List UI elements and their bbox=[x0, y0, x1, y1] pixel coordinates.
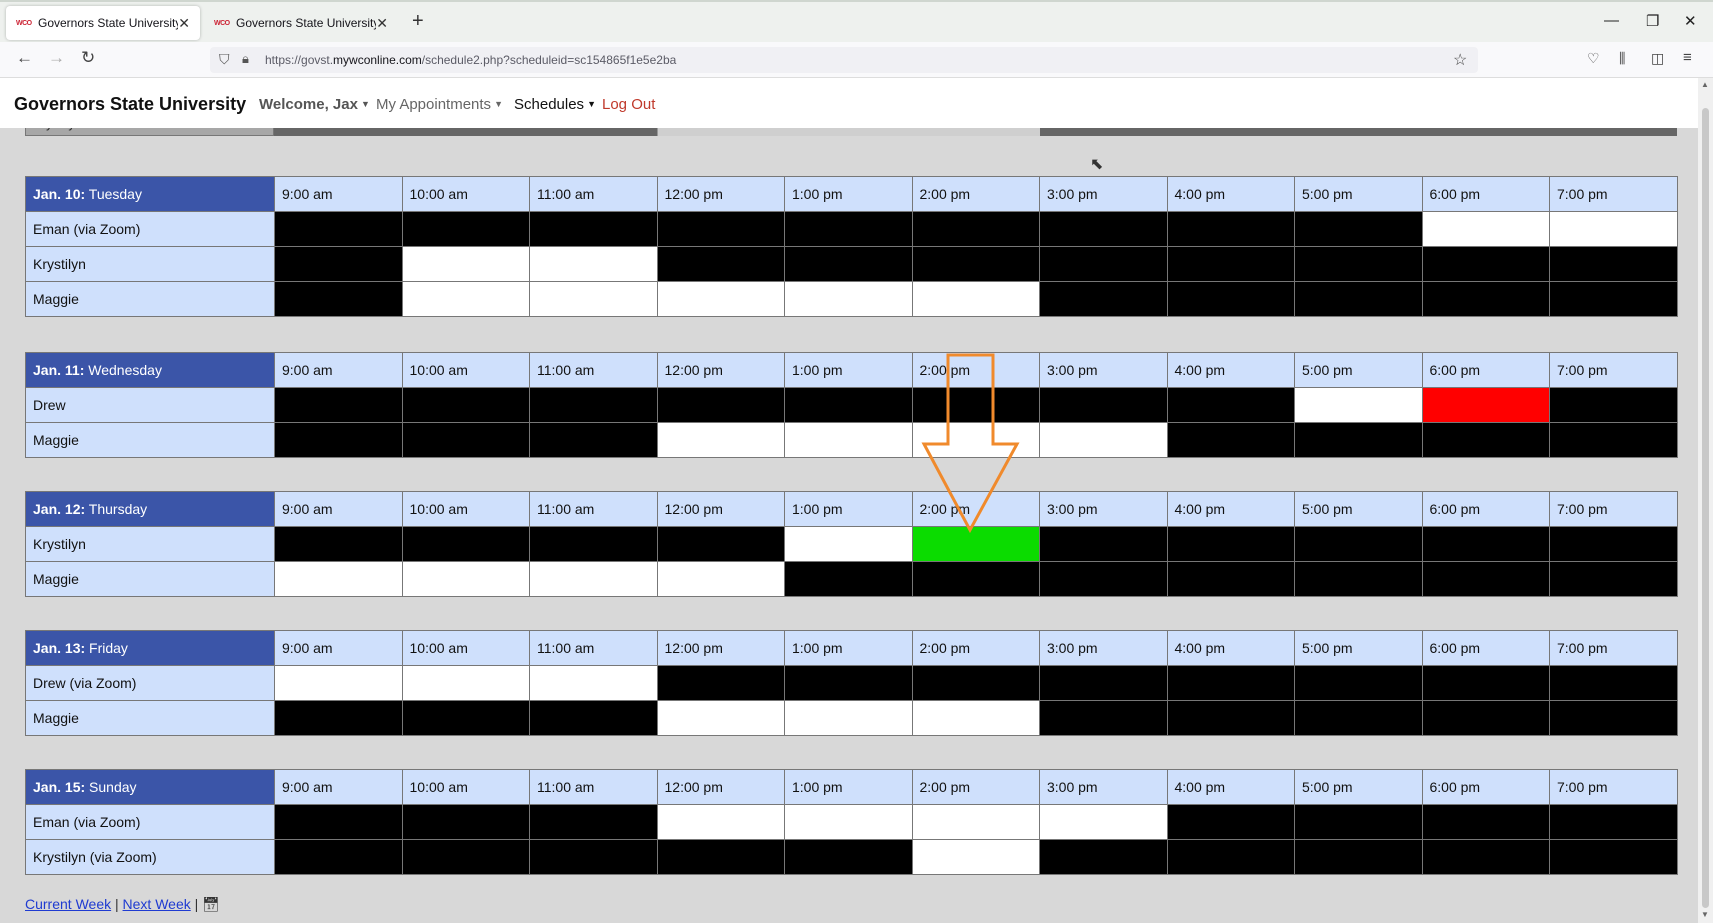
tab-title: Governors State University bbox=[236, 16, 377, 30]
reload-icon[interactable]: ↻ bbox=[81, 48, 95, 68]
page-scrollbar[interactable]: ▲ ▼ bbox=[1698, 78, 1713, 923]
schedules-menu[interactable]: Schedules ▼ bbox=[514, 96, 596, 113]
my-appointments-menu[interactable]: My Appointments ▼ bbox=[376, 96, 503, 113]
scrollbar-thumb[interactable] bbox=[1702, 108, 1709, 908]
url-bar[interactable]: ⛉ 🔒︎ https://govst.mywconline.com/schedu… bbox=[210, 47, 1478, 73]
shield-icon[interactable]: ⛉ bbox=[219, 51, 230, 68]
pocket-icon[interactable]: ♡ bbox=[1587, 50, 1600, 67]
browser-tab-active[interactable]: WCO Governors State University ✕ bbox=[6, 6, 200, 40]
back-icon[interactable]: ← bbox=[16, 48, 33, 68]
schedule-area: Krystilyn Jan. 10: Tuesday9:00 am10:00 a… bbox=[0, 128, 1698, 923]
browser-tab[interactable]: WCO Governors State University ✕ bbox=[204, 6, 398, 40]
wco-favicon-icon: WCO bbox=[214, 19, 230, 27]
caret-down-icon: ▼ bbox=[587, 99, 596, 109]
welcome-menu[interactable]: Welcome, Jax ▼ bbox=[259, 96, 370, 113]
close-tab-icon[interactable]: ✕ bbox=[376, 15, 388, 32]
forward-icon[interactable]: → bbox=[48, 48, 65, 68]
wco-favicon-icon: WCO bbox=[16, 19, 32, 27]
browser-tab-bar: WCO Governors State University ✕ WCO Gov… bbox=[0, 0, 1713, 42]
browser-nav-bar: ← → ↻ ⛉ 🔒︎ https://govst.mywconline.com/… bbox=[0, 42, 1713, 78]
url-text[interactable]: https://govst.mywconline.com/schedule2.p… bbox=[265, 53, 676, 67]
scroll-up-icon[interactable]: ▲ bbox=[1701, 80, 1709, 89]
caret-down-icon: ▼ bbox=[494, 99, 503, 109]
lock-icon[interactable]: 🔒︎ bbox=[242, 51, 249, 67]
restore-icon[interactable]: ❐ bbox=[1646, 12, 1659, 30]
close-window-icon[interactable]: ✕ bbox=[1684, 12, 1697, 30]
logout-link[interactable]: Log Out bbox=[602, 96, 655, 113]
caret-down-icon: ▼ bbox=[360, 99, 370, 109]
menu-icon[interactable]: ≡ bbox=[1683, 49, 1692, 66]
bookmark-star-icon[interactable]: ☆ bbox=[1453, 50, 1467, 70]
sidebar-icon[interactable]: ◫ bbox=[1651, 50, 1664, 67]
close-tab-icon[interactable]: ✕ bbox=[178, 15, 190, 32]
library-icon[interactable]: ⫼ bbox=[1619, 50, 1625, 67]
tab-title: Governors State University bbox=[38, 16, 179, 30]
scroll-down-icon[interactable]: ▼ bbox=[1701, 910, 1709, 919]
minimize-icon[interactable]: — bbox=[1604, 12, 1619, 29]
site-header: Governors State University Welcome, Jax ▼… bbox=[0, 78, 1698, 129]
orange-down-arrow-annotation bbox=[921, 353, 1020, 534]
new-tab-plus-icon[interactable]: + bbox=[412, 10, 424, 33]
mouse-cursor-icon: ⬉ bbox=[1090, 156, 1104, 173]
site-brand[interactable]: Governors State University bbox=[14, 94, 246, 115]
